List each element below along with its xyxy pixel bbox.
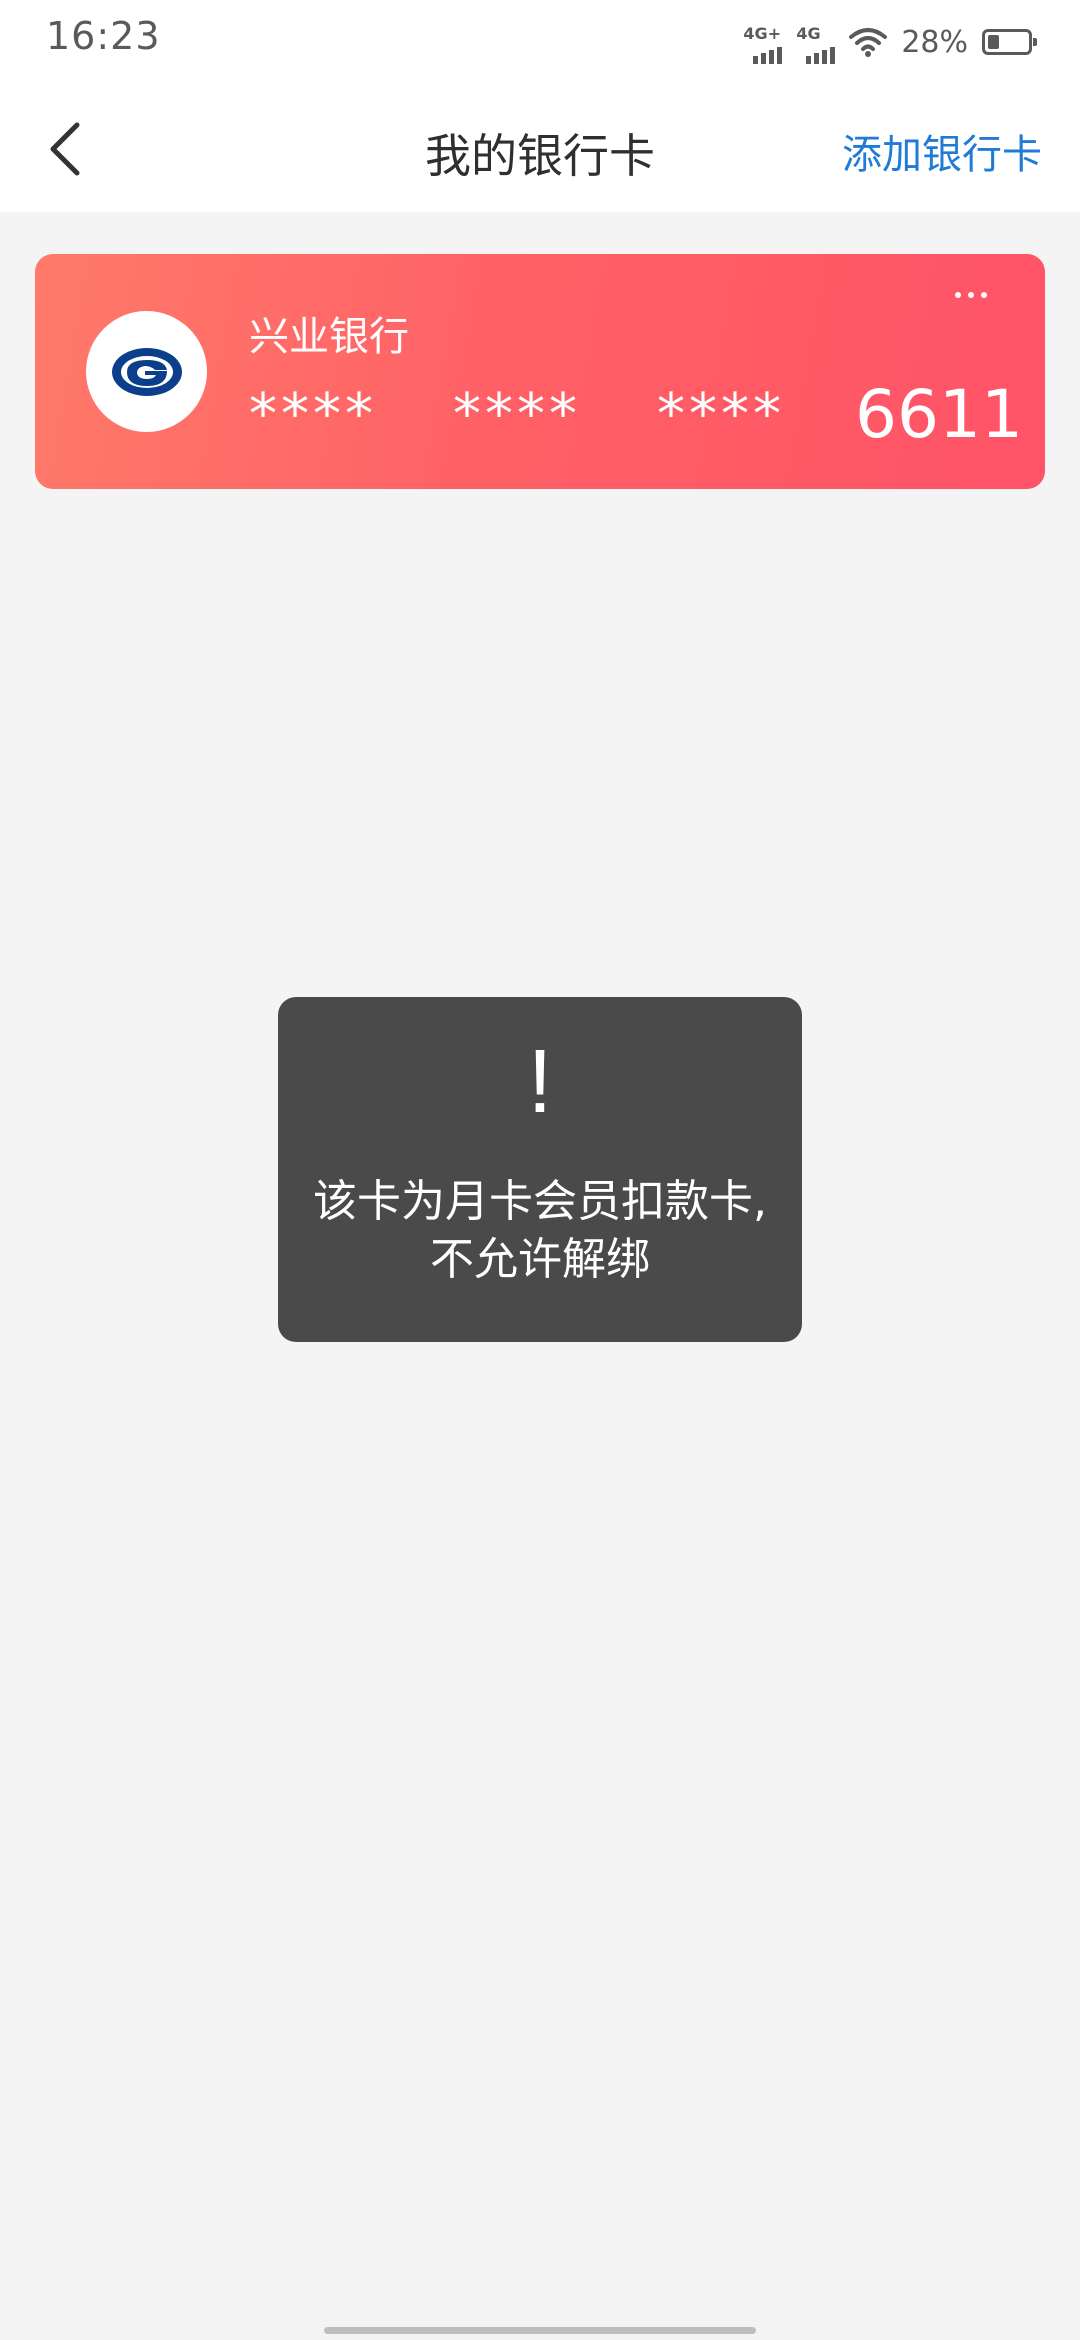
navigation-bar: 我的银行卡 添加银行卡 [0, 84, 1080, 212]
battery-icon [982, 29, 1037, 55]
battery-percent: 28% [901, 24, 968, 60]
toast-message: ! 该卡为月卡会员扣款卡,不允许解绑 [278, 997, 802, 1342]
status-bar: 16:23 4G+ 4G 28% [0, 0, 1080, 84]
signal-sim2-icon: 4G [796, 20, 836, 64]
sim1-network-label: 4G+ [743, 24, 781, 43]
card-mask-2: **** [453, 382, 581, 447]
add-bank-card-button[interactable]: 添加银行卡 [842, 122, 1042, 180]
exclamation-icon: ! [527, 1032, 553, 1132]
sim2-network-label: 4G [796, 24, 821, 43]
battery-fill [988, 35, 999, 49]
card-mask-3: **** [657, 382, 785, 447]
card-mask-1: **** [249, 382, 377, 447]
status-icons: 4G+ 4G 28% [743, 20, 1037, 64]
toast-text: 该卡为月卡会员扣款卡,不允许解绑 [313, 1176, 767, 1285]
bank-name: 兴业银行 [249, 314, 409, 360]
status-time: 16:23 [46, 14, 161, 58]
more-dots-icon[interactable] [955, 292, 987, 298]
signal-sim1-icon: 4G+ [743, 20, 783, 64]
bank-logo [86, 311, 207, 432]
home-indicator[interactable] [324, 2327, 756, 2334]
bank-logo-icon [111, 347, 182, 396]
card-number: **** **** **** 6611 [249, 376, 1023, 453]
wifi-icon [849, 28, 888, 57]
card-last-four: 6611 [855, 376, 1023, 453]
bank-card[interactable]: 兴业银行 **** **** **** 6611 [35, 254, 1045, 489]
